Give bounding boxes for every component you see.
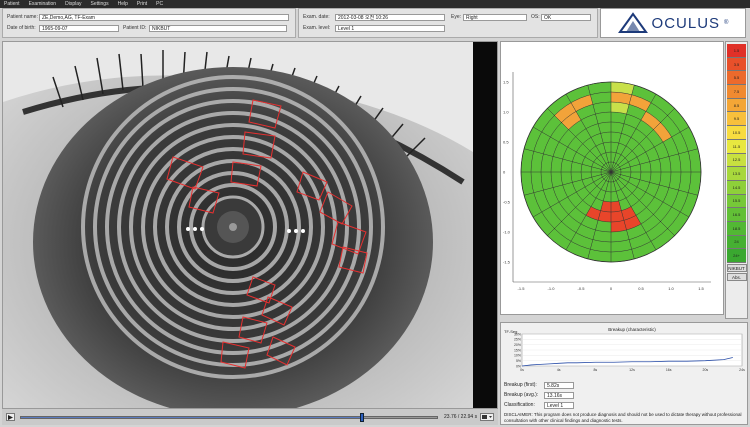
- dob-label: Date of birth:: [7, 25, 36, 31]
- playback-progress: [21, 417, 363, 418]
- chart-x-tick: 4s: [557, 368, 561, 372]
- play-button[interactable]: [6, 413, 15, 421]
- os-label: OS:: [531, 14, 540, 20]
- patient-id-label: Patient ID:: [123, 25, 147, 31]
- menu-item-examination[interactable]: Examination: [29, 1, 57, 7]
- scale-cell: 8.5: [727, 98, 746, 113]
- chart-x-tick: 12s: [629, 368, 635, 372]
- scale-cell: 3.5: [727, 57, 746, 72]
- menu-item-display[interactable]: Display: [65, 1, 81, 7]
- map-x-tick: 1.0: [668, 286, 674, 291]
- patient-name-field[interactable]: ZE,Demo,AG, TF-Exam: [39, 13, 289, 21]
- logo-registered: ®: [724, 20, 729, 26]
- scale-cell: 24: [727, 235, 746, 250]
- map-x-tick: -1.5: [518, 286, 526, 291]
- scale-cell: 24+: [727, 249, 746, 263]
- chart-x-tick: 20s: [703, 368, 709, 372]
- map-y-tick: -1.5: [503, 260, 511, 265]
- scale-cell: 9.5: [727, 112, 746, 127]
- breakup-first-value: 5.82s: [544, 381, 574, 389]
- scale-cell: 13.5: [727, 167, 746, 181]
- scale-cell: 1.5: [727, 44, 746, 58]
- patient-name-label: Patient name:: [7, 14, 38, 20]
- menu-bar: Patient Examination Display Settings Help Pri…: [0, 0, 750, 8]
- scale-cell: 18.5: [727, 221, 746, 236]
- logo-text: OCULUS: [651, 14, 721, 32]
- chart-y-tick: 15%: [514, 348, 521, 352]
- disclaimer-text: DISCLAIMER: This program does not produc…: [504, 412, 742, 423]
- chart-y-tick: 25%: [514, 338, 521, 342]
- play-icon: [8, 414, 13, 420]
- exam-level-label: Exam. level:: [303, 25, 331, 31]
- options-icon: [482, 415, 492, 419]
- menu-item-help[interactable]: Help: [118, 1, 128, 7]
- menu-item-settings[interactable]: Settings: [91, 1, 109, 7]
- map-y-tick: 1.0: [503, 110, 509, 115]
- color-scale-panel: 1.5 3.5 5.5 7.5 8.5 9.5 10.5 11.5 12.5 13.5 14.5 15…: [725, 41, 748, 319]
- oculus-mark-icon: [617, 12, 648, 33]
- chart-y-tick: 30%: [514, 332, 521, 336]
- eye-image: [3, 42, 497, 417]
- scale-cell: 12.5: [727, 153, 746, 168]
- eye-label: Eye:: [451, 14, 462, 20]
- patient-panel: Patient name: ZE,Demo,AG, TF-Exam Date o…: [2, 8, 296, 38]
- breakup-chart: Breakup (characteristic)TF-Seg30%25%20%1…: [504, 327, 745, 372]
- eye-image-panel[interactable]: [2, 41, 498, 417]
- os-field[interactable]: OK: [541, 13, 591, 21]
- scale-cell: 15.5: [727, 194, 746, 209]
- dob-field[interactable]: 1965-09-07: [39, 24, 119, 32]
- chart-x-tick: 16s: [666, 368, 672, 372]
- chart-y-tick: 10%: [514, 354, 521, 358]
- eye-field[interactable]: Right: [463, 13, 527, 21]
- chart-y-tick: 5%: [516, 359, 521, 363]
- map-x-tick: 0: [610, 286, 613, 291]
- abs-button[interactable]: Abs.: [726, 273, 747, 281]
- breakup-map-panel: 1.5 1.0 0.5 0 -0.5 -1.0 -1.5 -1.5 -1.0 -0.5 0 0.5 1.…: [500, 41, 724, 315]
- scale-cell: 5.5: [727, 71, 746, 86]
- chart-x-tick: 24s: [739, 368, 745, 372]
- exam-panel: Exam. date: 2012-03-08 오전 10:26 Eye: Rig…: [298, 8, 598, 38]
- map-y-tick: -1.0: [503, 230, 511, 235]
- playback-time: 23.76 / 22.94 s: [444, 414, 478, 420]
- chart-x-tick: 0s: [520, 368, 524, 372]
- exam-date-field[interactable]: 2012-03-08 오전 10:26: [335, 13, 445, 21]
- chart-y-tick: 20%: [514, 343, 521, 347]
- menu-item-print[interactable]: Print: [137, 1, 147, 7]
- breakup-panel: Breakup (characteristic) TF-Seg 30% 25% 20% 1…: [500, 322, 748, 425]
- classification-label: Classification:: [504, 402, 535, 408]
- scale-cell: 10.5: [727, 126, 746, 140]
- map-x-tick: 0.5: [638, 286, 644, 291]
- chart-x-tick: 8s: [593, 368, 597, 372]
- breakup-avg-label: Breakup (avg.):: [504, 392, 539, 398]
- breakup-avg-value: 13.16s: [544, 391, 574, 399]
- scale-cell: 16.5: [727, 208, 746, 222]
- chart-title: Breakup (characteristic): [608, 327, 656, 332]
- map-y-tick: 0: [503, 170, 506, 175]
- scale-cell: 11.5: [727, 139, 746, 154]
- patient-id-field[interactable]: NIKBUT: [149, 24, 287, 32]
- map-y-tick: 0.5: [503, 140, 509, 145]
- scale-cell: 7.5: [727, 85, 746, 99]
- oculus-logo: OCULUS ®: [600, 8, 746, 38]
- playback-options-button[interactable]: [480, 413, 494, 421]
- playback-bar: 23.76 / 22.94 s: [2, 408, 498, 425]
- exam-date-label: Exam. date:: [303, 14, 330, 20]
- menu-item-patient[interactable]: Patient: [4, 1, 20, 7]
- map-x-tick: 1.5: [698, 286, 704, 291]
- breakup-polar-map[interactable]: 1.5 1.0 0.5 0 -0.5 -1.0 -1.5 -1.5 -1.0 -0.5 0 0.5 1.…: [501, 42, 723, 314]
- playback-thumb[interactable]: [360, 413, 365, 422]
- map-x-tick: -1.0: [548, 286, 556, 291]
- playback-slider[interactable]: [20, 413, 438, 422]
- map-y-tick: 1.5: [503, 80, 509, 85]
- classification-value: Level 1: [544, 401, 574, 409]
- menu-item-pc[interactable]: PC: [156, 1, 163, 7]
- scale-cell: 14.5: [727, 180, 746, 195]
- unit-button[interactable]: NIKBUT: [726, 264, 747, 272]
- exam-level-field[interactable]: Level 1: [335, 24, 445, 32]
- map-y-tick: -0.5: [503, 200, 511, 205]
- map-x-tick: -0.5: [578, 286, 586, 291]
- breakup-first-label: Breakup (first):: [504, 382, 537, 388]
